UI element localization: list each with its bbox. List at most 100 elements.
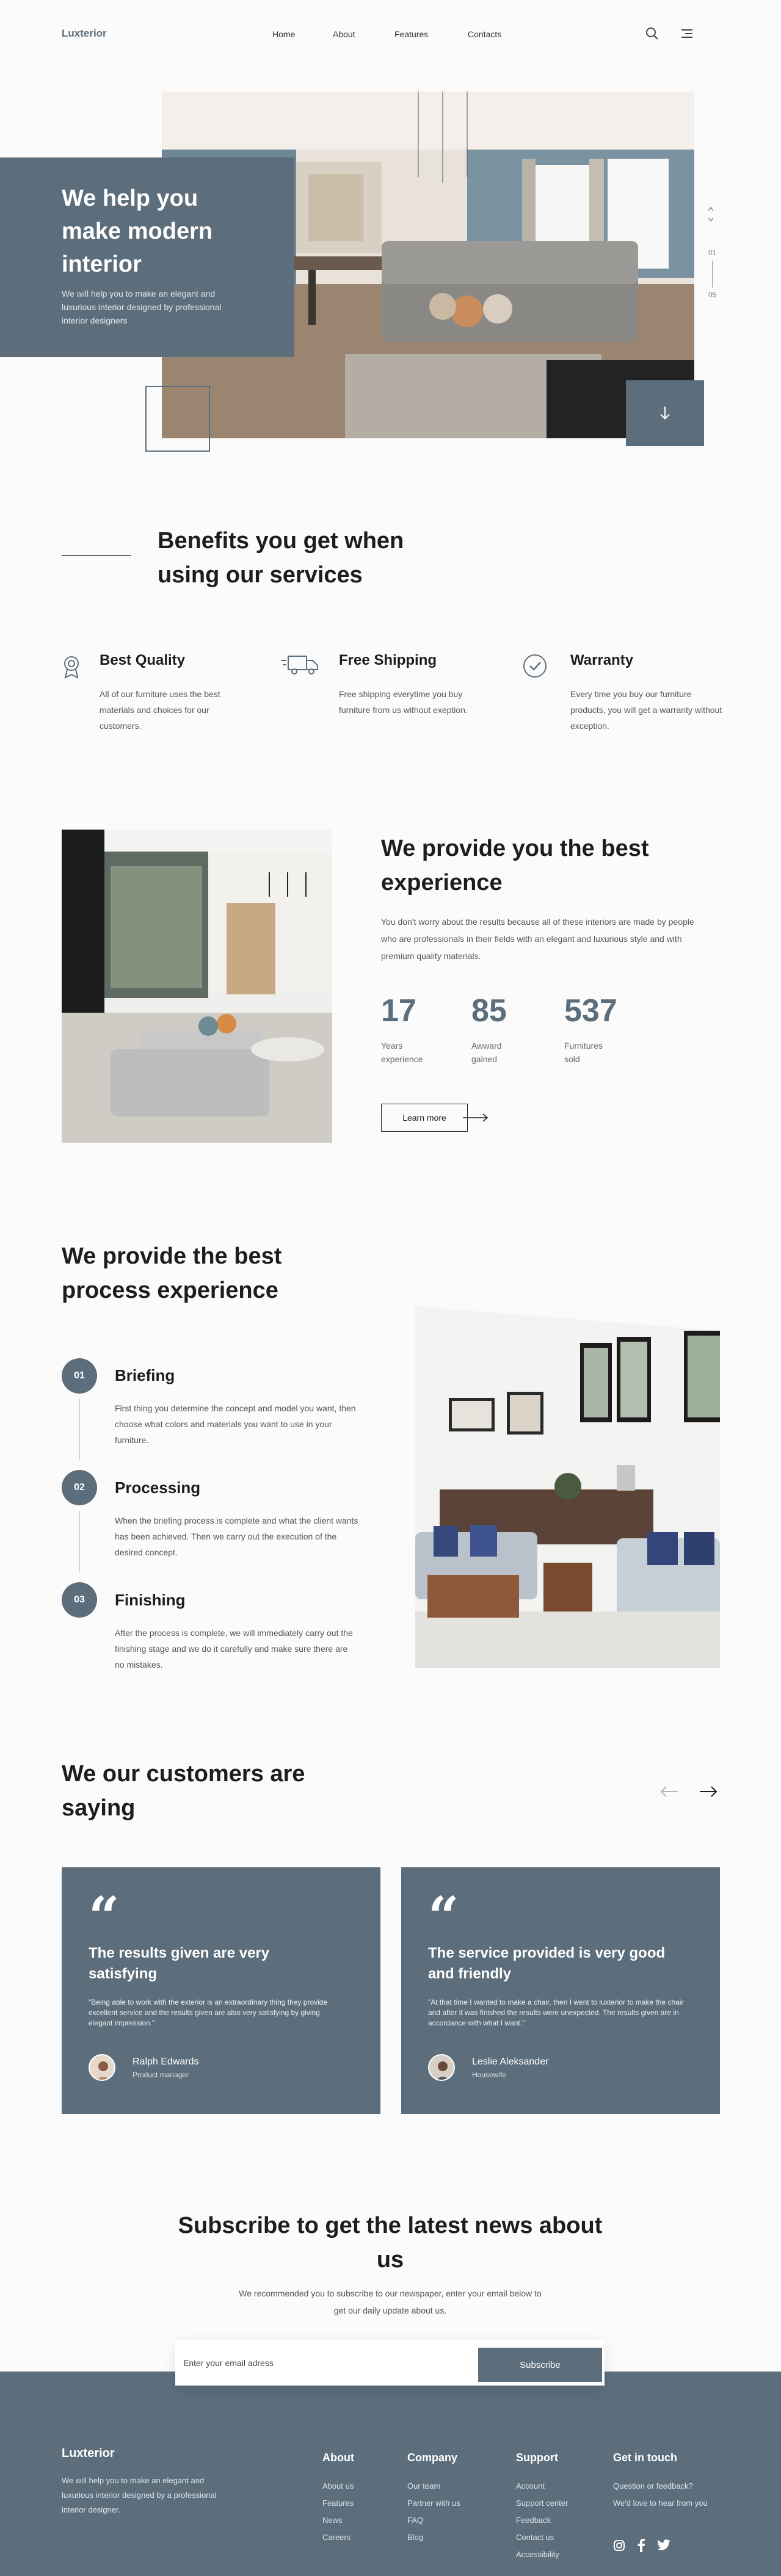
benefit-text: All of our furniture uses the best mater… — [100, 689, 220, 731]
footer-link[interactable]: News — [322, 2512, 354, 2529]
testimonial-name: Ralph Edwards — [133, 2057, 199, 2067]
step-number: 03 — [62, 1582, 97, 1618]
footer-column-support: Support Account Support center Feedback … — [516, 2451, 568, 2563]
instagram-icon[interactable] — [613, 2539, 625, 2555]
footer-link[interactable]: Our team — [407, 2478, 460, 2495]
testimonial-card: “ The results given are very satisfying … — [62, 1867, 380, 2114]
quote-icon: “ — [428, 1884, 459, 1948]
learn-more-button[interactable]: Learn more — [381, 1104, 468, 1132]
footer-link[interactable]: Blog — [407, 2529, 460, 2546]
testimonials-title: We our customers are saying — [62, 1761, 305, 1821]
footer-logo[interactable]: Luxterior — [62, 2447, 115, 2461]
footer-link[interactable]: Account — [516, 2478, 568, 2495]
nav-home[interactable]: Home — [272, 29, 295, 39]
step-number: 02 — [62, 1470, 97, 1505]
slide-down-icon[interactable] — [707, 215, 714, 226]
step-title: Finishing — [115, 1591, 186, 1609]
experience-image — [62, 830, 332, 1143]
footer-column-contact: Get in touch Question or feedback? We'd … — [613, 2451, 708, 2512]
step-title: Briefing — [115, 1366, 175, 1384]
footer-link[interactable]: Feedback — [516, 2512, 568, 2529]
award-icon — [60, 654, 82, 683]
testimonial-card: “ The service provided is very good and … — [401, 1867, 720, 2114]
avatar — [89, 2054, 115, 2081]
step-text: First thing you determine the concept an… — [115, 1403, 356, 1445]
benefit-title: Free Shipping — [339, 652, 437, 668]
step-number: 01 — [62, 1358, 97, 1394]
step-text: After the process is complete, we will i… — [115, 1628, 353, 1670]
step-connector — [79, 1511, 80, 1572]
experience-title: We provide you the best experience — [381, 836, 649, 895]
step-title: Processing — [115, 1478, 201, 1497]
arrow-left-icon[interactable] — [659, 1785, 679, 1801]
nav-contacts[interactable]: Contacts — [468, 29, 501, 39]
footer-column-about: About About us Features News Careers — [322, 2451, 354, 2546]
section-divider — [62, 555, 131, 556]
footer-link[interactable]: We'd love to hear from you — [613, 2495, 708, 2512]
testimonial-body: "Being able to work with the exterior is… — [89, 1998, 328, 2027]
quote-icon: “ — [89, 1884, 120, 1948]
nav-about[interactable]: About — [333, 29, 355, 39]
step-connector — [79, 1399, 80, 1460]
hero-subtitle: We will help you to make an elegant and … — [62, 289, 222, 325]
process-title: We provide the best process experience — [62, 1243, 282, 1303]
menu-icon[interactable] — [680, 28, 694, 42]
twitter-icon[interactable] — [657, 2539, 670, 2553]
footer-link[interactable]: FAQ — [407, 2512, 460, 2529]
nav-features[interactable]: Features — [394, 29, 428, 39]
slide-current: 01 — [708, 248, 717, 257]
avatar — [428, 2054, 455, 2081]
stat-label: Awward gained — [471, 1041, 502, 1064]
process-image — [415, 1245, 720, 1668]
facebook-icon[interactable] — [637, 2539, 645, 2555]
testimonial-name: Leslie Aleksander — [472, 2057, 549, 2067]
scroll-down-button[interactable] — [626, 380, 704, 446]
testimonial-title: The service provided is very good and fr… — [428, 1945, 666, 1982]
testimonial-body: "At that time I wanted to make a chair, … — [428, 1998, 684, 2027]
step-text: When the briefing process is complete an… — [115, 1516, 358, 1557]
footer-link[interactable]: Contact us — [516, 2529, 568, 2546]
hero-title: We help you make modern interior — [62, 186, 213, 277]
testimonial-role: Product manager — [133, 2071, 189, 2079]
decorative-frame — [145, 386, 210, 452]
site-logo[interactable]: Luxterior — [62, 27, 107, 40]
footer-column-title: Company — [407, 2451, 458, 2464]
slide-progress-line — [712, 261, 713, 288]
footer-link[interactable]: Careers — [322, 2529, 354, 2546]
truck-icon — [280, 654, 320, 678]
benefit-title: Warranty — [570, 652, 634, 668]
benefits-title: Benefits you get when using our services — [158, 528, 404, 588]
testimonial-role: Housewife — [472, 2071, 507, 2079]
footer-link[interactable]: Accessibility — [516, 2546, 568, 2563]
experience-text: You don't worry about the results becaus… — [381, 917, 694, 961]
check-badge-icon — [522, 653, 548, 682]
stat-value: 17 — [381, 993, 416, 1029]
footer-description: We will help you to make an elegant and … — [62, 2476, 217, 2514]
arrow-right-icon[interactable] — [462, 1113, 490, 1126]
stat-value: 537 — [564, 993, 617, 1029]
stat-value: 85 — [471, 993, 507, 1029]
footer-link[interactable]: About us — [322, 2478, 354, 2495]
footer-column-title: Get in touch — [613, 2451, 677, 2464]
arrow-down-icon — [660, 407, 670, 420]
stat-label: Furnitures sold — [564, 1041, 603, 1064]
subscribe-title: Subscribe to get the latest news about u… — [178, 2213, 603, 2273]
email-input[interactable] — [183, 2352, 464, 2374]
footer-column-title: About — [322, 2451, 354, 2464]
slide-total: 05 — [708, 291, 717, 299]
stat-label: Years experience — [381, 1041, 423, 1064]
slide-up-icon[interactable] — [707, 204, 714, 215]
arrow-right-icon[interactable] — [699, 1785, 718, 1801]
footer-link[interactable]: Features — [322, 2495, 354, 2512]
benefit-title: Best Quality — [100, 652, 186, 668]
footer-column-company: Company Our team Partner with us FAQ Blo… — [407, 2451, 460, 2546]
footer-link[interactable]: Question or feedback? — [613, 2478, 708, 2495]
footer-link[interactable]: Partner with us — [407, 2495, 460, 2512]
subscribe-text: We recommended you to subscribe to our n… — [239, 2288, 542, 2315]
benefit-text: Free shipping everytime you buy furnitur… — [339, 689, 468, 715]
search-icon[interactable] — [645, 27, 659, 43]
footer-column-title: Support — [516, 2451, 558, 2464]
testimonial-title: The results given are very satisfying — [89, 1945, 270, 1982]
subscribe-button[interactable]: Subscribe — [478, 2348, 602, 2382]
footer-link[interactable]: Support center — [516, 2495, 568, 2512]
